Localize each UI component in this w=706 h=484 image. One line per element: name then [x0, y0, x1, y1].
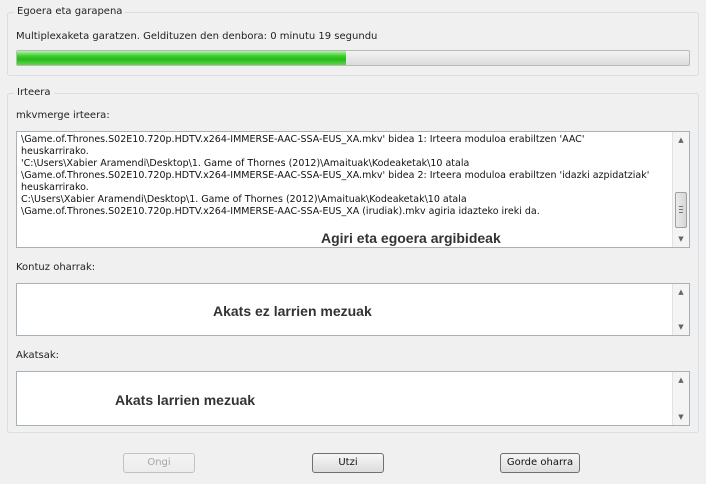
scroll-down-arrow-icon[interactable]: ▼: [673, 322, 689, 332]
errors-scrollbar[interactable]: ▲ ▼: [672, 372, 689, 425]
scroll-up-arrow-icon[interactable]: ▲: [673, 287, 689, 297]
save-log-button[interactable]: Gorde oharra: [500, 453, 580, 473]
scroll-down-arrow-icon[interactable]: ▼: [673, 234, 689, 244]
log-label: mkvmerge irteera:: [16, 110, 110, 121]
abort-button[interactable]: Utzi: [312, 453, 384, 473]
warnings-label: Kontuz oharrak:: [16, 262, 96, 273]
log-text: \Game.of.Thrones.S02E10.720p.HDTV.x264-I…: [21, 134, 669, 245]
log-line: heuskarrirako.: [21, 182, 89, 193]
progress-group-title: Egoera eta garapena: [14, 5, 126, 19]
warnings-scrollbar[interactable]: ▲ ▼: [672, 284, 689, 335]
errors-overlay-caption: Akats larrien mezuak: [115, 392, 256, 408]
log-line: \Game.of.Thrones.S02E10.720p.HDTV.x264-I…: [21, 170, 650, 181]
log-overlay-caption: Agiri eta egoera argibideak: [321, 230, 501, 246]
progress-status-text: Multiplexaketa garatzen. Geldituzen den …: [16, 31, 378, 42]
warnings-textbox[interactable]: ▲ ▼ Akats ez larrien mezuak: [16, 283, 690, 336]
log-line: heuskarrirako.: [21, 146, 89, 157]
log-line: 'C:\Users\Xabier Aramendi\Desktop\1. Gam…: [21, 158, 470, 169]
progress-bar-fill: [17, 51, 347, 65]
log-line: C:\Users\Xabier Aramendi\Desktop\1. Game…: [21, 194, 467, 205]
errors-label: Akatsak:: [16, 350, 60, 361]
warnings-overlay-caption: Akats ez larrien mezuak: [213, 303, 372, 319]
scroll-up-arrow-icon[interactable]: ▲: [673, 135, 689, 145]
log-textbox[interactable]: \Game.of.Thrones.S02E10.720p.HDTV.x264-I…: [16, 131, 690, 248]
log-scrollbar-thumb[interactable]: [675, 192, 687, 228]
output-group-title: Irteera: [14, 86, 54, 100]
scroll-up-arrow-icon[interactable]: ▲: [673, 375, 689, 385]
progress-group: Egoera eta garapena: [7, 5, 699, 76]
log-scrollbar[interactable]: ▲ ▼: [672, 132, 689, 247]
log-line: \Game.of.Thrones.S02E10.720p.HDTV.x264-I…: [21, 134, 585, 145]
errors-textbox[interactable]: ▲ ▼ Akats larrien mezuak: [16, 371, 690, 426]
ok-button[interactable]: Ongi: [123, 453, 195, 473]
scroll-down-arrow-icon[interactable]: ▼: [673, 412, 689, 422]
progress-bar: [16, 50, 690, 66]
log-line: \Game.of.Thrones.S02E10.720p.HDTV.x264-I…: [21, 206, 540, 217]
